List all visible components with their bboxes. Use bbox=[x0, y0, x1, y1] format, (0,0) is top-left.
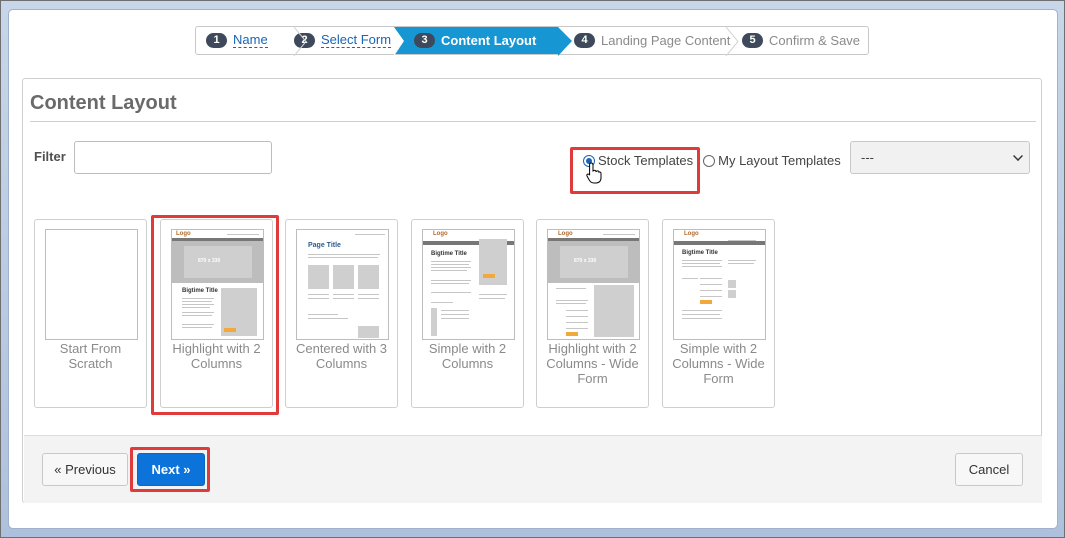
step-label[interactable]: Name bbox=[233, 33, 268, 48]
step-number: 3 bbox=[414, 33, 435, 48]
step-number: 4 bbox=[574, 33, 595, 48]
template-thumbnail: Logo 870 x 330 Bigtime Title bbox=[171, 229, 264, 340]
page-title: Content Layout bbox=[30, 92, 177, 114]
step-label: Landing Page Content bbox=[601, 33, 731, 48]
template-highlight-2-columns-wide-form[interactable]: Logo 870 x 330 Highlight with 2 Columns … bbox=[536, 219, 649, 408]
step-separator-icon bbox=[293, 27, 307, 56]
radio-my-layout-templates[interactable]: My Layout Templates bbox=[703, 153, 841, 168]
thumb-heading: Bigtime Title bbox=[182, 288, 218, 294]
template-thumbnail: Page Title bbox=[296, 229, 389, 340]
wizard-footer: « Previous Next » Cancel bbox=[24, 435, 1042, 503]
thumb-logo: Logo bbox=[684, 231, 699, 237]
thumb-logo: Logo bbox=[176, 231, 191, 237]
thumb-heading: Page Title bbox=[308, 242, 341, 249]
wizard-step-confirm-save: 5 Confirm & Save bbox=[724, 27, 868, 54]
wizard-step-landing-page-content: 4 Landing Page Content bbox=[558, 27, 730, 54]
wizard-step-name[interactable]: 1 Name bbox=[196, 27, 284, 54]
template-thumbnail: Logo 870 x 330 bbox=[547, 229, 640, 340]
wizard-step-content-layout: 3 Content Layout bbox=[394, 27, 572, 56]
filter-input[interactable] bbox=[74, 141, 272, 174]
wizard-steps: 1 Name 2 Select Form 3 Content Layout 4 … bbox=[195, 26, 869, 56]
template-thumbnail: Logo Bigtime Title bbox=[673, 229, 766, 340]
template-simple-2-columns-wide-form[interactable]: Logo Bigtime Title Simple with 2 Columns… bbox=[662, 219, 775, 408]
cancel-button[interactable]: Cancel bbox=[955, 453, 1023, 486]
template-caption: Highlight with 2 Columns bbox=[172, 341, 261, 371]
step-label: Content Layout bbox=[441, 33, 537, 48]
template-caption: Simple with 2 Columns bbox=[428, 341, 507, 371]
template-simple-2-columns[interactable]: Logo Bigtime Title Simple with 2 Columns bbox=[411, 219, 524, 408]
template-caption: Highlight with 2 Columns - Wide Form bbox=[546, 341, 639, 386]
radio-label: My Layout Templates bbox=[718, 153, 841, 168]
step-number: 5 bbox=[742, 33, 763, 48]
template-caption: Simple with 2 Columns - Wide Form bbox=[672, 341, 765, 386]
template-centered-3-columns[interactable]: Page Title Centered with 3 Columns bbox=[285, 219, 398, 408]
template-caption: Start From Scratch bbox=[59, 341, 122, 371]
template-thumbnail bbox=[45, 229, 138, 340]
template-caption: Centered with 3 Columns bbox=[295, 341, 388, 371]
next-button[interactable]: Next » bbox=[137, 453, 205, 486]
thumb-heading: Bigtime Title bbox=[682, 250, 718, 256]
step-label: Confirm & Save bbox=[769, 33, 861, 48]
content-layout-panel: Content Layout Filter Stock Templates My… bbox=[22, 78, 1042, 503]
template-source-radio-group: Stock Templates My Layout Templates bbox=[583, 153, 851, 168]
title-divider bbox=[30, 121, 1036, 122]
filter-label: Filter bbox=[34, 149, 66, 164]
thumb-logo: Logo bbox=[433, 231, 448, 237]
template-thumbnail: Logo Bigtime Title bbox=[422, 229, 515, 340]
thumb-image-size: 870 x 330 bbox=[574, 258, 597, 264]
template-start-from-scratch[interactable]: Start From Scratch bbox=[34, 219, 147, 408]
template-highlight-2-columns[interactable]: Logo 870 x 330 Bigtime Title Highlight w… bbox=[160, 219, 273, 408]
radio-unselected-icon[interactable] bbox=[703, 154, 716, 167]
select-value: --- bbox=[861, 150, 874, 165]
thumb-heading: Bigtime Title bbox=[431, 251, 467, 257]
hand-cursor-icon bbox=[586, 162, 602, 184]
step-number: 1 bbox=[206, 33, 227, 48]
step-label[interactable]: Select Form bbox=[321, 33, 392, 48]
previous-button[interactable]: « Previous bbox=[42, 453, 128, 486]
thumb-logo: Logo bbox=[558, 231, 573, 237]
radio-label: Stock Templates bbox=[598, 153, 694, 168]
thumb-image-size: 870 x 330 bbox=[198, 258, 221, 264]
layout-template-select[interactable]: --- bbox=[850, 141, 1030, 174]
chevron-down-icon bbox=[1013, 151, 1023, 161]
